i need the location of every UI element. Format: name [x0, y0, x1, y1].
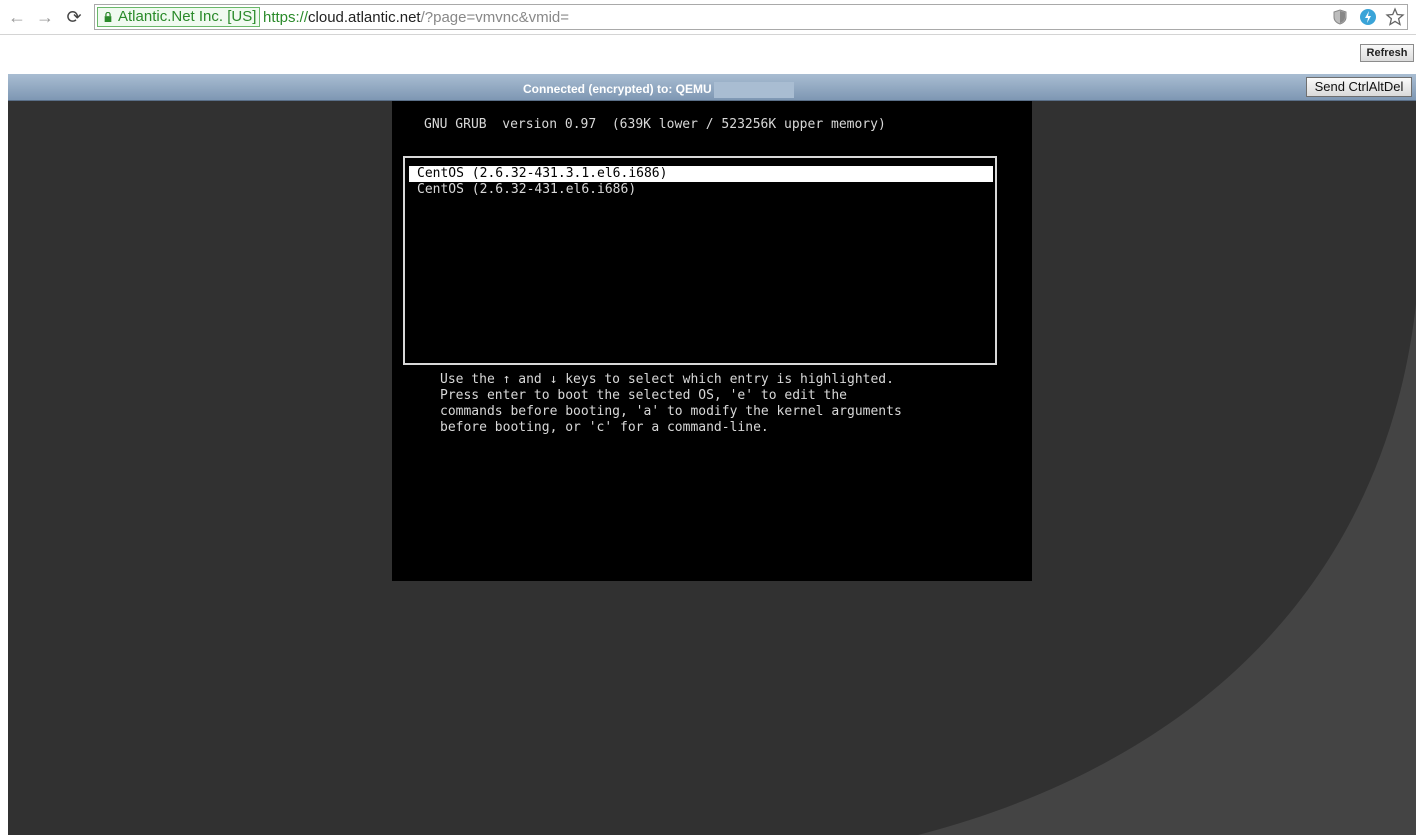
boot-menu: CentOS (2.6.32-431.3.1.el6.i686) CentOS …	[403, 156, 997, 365]
bookmark-star-icon[interactable]	[1385, 7, 1405, 27]
browser-toolbar: ← → ⟳ Atlantic.Net Inc. [US] https://clo…	[0, 0, 1416, 35]
forward-arrow-icon[interactable]: →	[34, 6, 56, 28]
boot-entry[interactable]: CentOS (2.6.32-431.el6.i686)	[409, 182, 993, 198]
grub-help-text: Use the ↑ and ↓ keys to select which ent…	[440, 372, 902, 436]
lock-icon	[104, 12, 112, 22]
help-line: Use the ↑ and ↓ keys to select which ent…	[440, 372, 894, 387]
help-line: before booting, or 'c' for a command-lin…	[440, 420, 769, 435]
boot-entry-selected[interactable]: CentOS (2.6.32-431.3.1.el6.i686)	[409, 166, 993, 182]
ev-org-name: Atlantic.Net Inc. [US]	[118, 8, 257, 25]
help-line: Press enter to boot the selected OS, 'e'…	[440, 388, 847, 403]
grub-version-header: GNU GRUB version 0.97 (639K lower / 5232…	[424, 117, 886, 132]
redacted-vm-name	[714, 82, 794, 98]
url-host: cloud.atlantic.net	[308, 9, 421, 26]
address-bar[interactable]: Atlantic.Net Inc. [US] https://cloud.atl…	[94, 4, 1408, 30]
url-text[interactable]: https://cloud.atlantic.net/?page=vmvnc&v…	[263, 9, 569, 27]
vnc-status-bar: Connected (encrypted) to: QEMU Send Ctrl…	[8, 74, 1416, 101]
help-line: commands before booting, 'a' to modify t…	[440, 404, 902, 419]
back-arrow-icon[interactable]: ←	[6, 6, 28, 28]
url-scheme: https://	[263, 9, 309, 26]
reload-icon[interactable]: ⟳	[63, 6, 85, 28]
ev-certificate-badge[interactable]: Atlantic.Net Inc. [US]	[97, 7, 261, 27]
url-path: /?page=vmvnc&vmid=	[420, 9, 570, 26]
extension-bolt-icon[interactable]	[1358, 7, 1378, 27]
vnc-viewer: Connected (encrypted) to: QEMU Send Ctrl…	[8, 74, 1416, 835]
send-ctrlaltdel-button[interactable]: Send CtrlAltDel	[1306, 77, 1412, 97]
console-screen[interactable]: GNU GRUB version 0.97 (639K lower / 5232…	[392, 101, 1032, 581]
shield-icon[interactable]	[1330, 7, 1350, 27]
connection-status: Connected (encrypted) to: QEMU	[523, 82, 712, 96]
refresh-button[interactable]: Refresh	[1360, 44, 1414, 62]
